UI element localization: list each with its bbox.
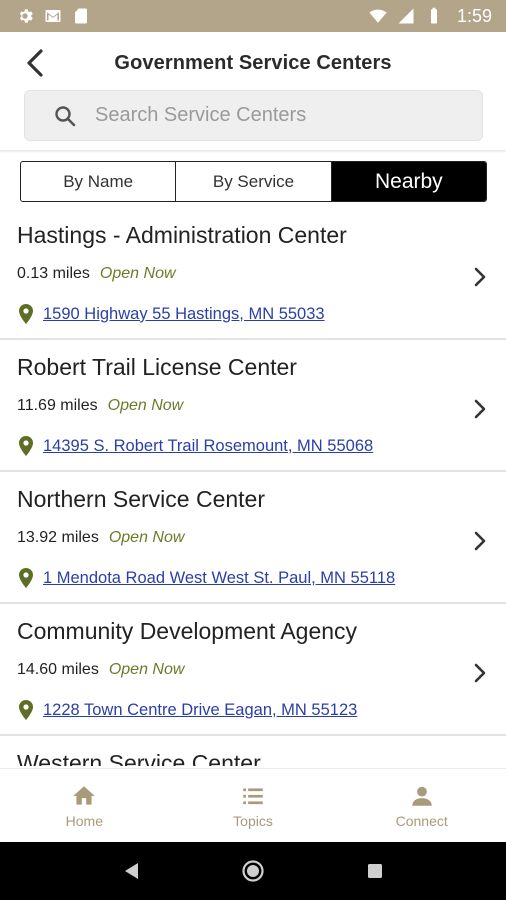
- list-item[interactable]: Robert Trail License Center 11.69 miles …: [0, 340, 506, 472]
- center-address-link[interactable]: 1 Mendota Road West West St. Paul, MN 55…: [43, 569, 395, 588]
- center-distance: 13.92 miles: [17, 529, 99, 546]
- battery-icon: [430, 7, 437, 24]
- gmail-icon: [45, 10, 61, 22]
- map-pin-icon: [19, 568, 33, 588]
- signal-icon: [398, 8, 414, 24]
- center-meta: 0.13 miles Open Now: [17, 265, 176, 283]
- search-icon: [55, 105, 76, 126]
- list-item[interactable]: Hastings - Administration Center 0.13 mi…: [0, 208, 506, 340]
- center-distance: 14.60 miles: [17, 661, 99, 678]
- service-center-list[interactable]: Hastings - Administration Center 0.13 mi…: [0, 208, 506, 766]
- system-nav-bar: [0, 842, 506, 900]
- center-status: Open Now: [99, 265, 176, 282]
- sd-card-icon: [75, 8, 87, 24]
- center-meta: 14.60 miles Open Now: [17, 661, 184, 679]
- person-icon: [411, 786, 432, 806]
- center-name: Robert Trail License Center: [17, 354, 297, 380]
- header-divider: [0, 150, 506, 153]
- center-address-row: 1228 Town Centre Drive Eagan, MN 55123: [17, 699, 357, 721]
- chevron-right-icon: [474, 399, 486, 419]
- settings-icon: [19, 9, 33, 23]
- map-pin-icon: [19, 700, 33, 720]
- home-icon: [73, 785, 96, 805]
- list-item[interactable]: Northern Service Center 13.92 miles Open…: [0, 472, 506, 604]
- center-name: Community Development Agency: [17, 618, 358, 644]
- chevron-left-icon: [27, 49, 43, 77]
- status-bar-right: 1:59: [369, 6, 492, 27]
- center-address-row: 1590 Highway 55 Hastings, MN 55033: [17, 303, 325, 325]
- center-status: Open Now: [108, 529, 185, 546]
- center-status: Open Now: [108, 661, 185, 678]
- system-recents-button[interactable]: [363, 859, 387, 883]
- map-pin-icon: [19, 304, 33, 324]
- nav-home-label: Home: [65, 812, 104, 829]
- nav-topics-label: Topics: [233, 812, 273, 829]
- list-item[interactable]: Community Development Agency 14.60 miles…: [0, 604, 506, 736]
- wifi-icon: [369, 9, 387, 23]
- center-name: Northern Service Center: [17, 486, 265, 512]
- app-header: Government Service Centers: [0, 32, 506, 94]
- map-pin-icon: [19, 436, 33, 456]
- center-address-row: 1 Mendota Road West West St. Paul, MN 55…: [17, 567, 395, 589]
- page-title: Government Service Centers: [114, 51, 392, 74]
- system-back-button[interactable]: [119, 859, 143, 883]
- center-address-link[interactable]: 14395 S. Robert Trail Rosemount, MN 5506…: [43, 437, 373, 456]
- chevron-right-icon: [474, 267, 486, 287]
- center-address-row: 14395 S. Robert Trail Rosemount, MN 5506…: [17, 435, 373, 457]
- center-meta: 13.92 miles Open Now: [17, 529, 184, 547]
- bottom-nav: Home Topics Connect: [0, 768, 506, 842]
- status-bar-left: [16, 7, 90, 25]
- list-item[interactable]: Western Service Center: [0, 736, 506, 766]
- nav-connect[interactable]: Connect: [337, 769, 506, 842]
- center-distance: 11.69 miles: [17, 397, 98, 414]
- center-name: Western Service Center: [17, 750, 261, 766]
- chevron-right-icon: [474, 531, 486, 551]
- center-distance: 0.13 miles: [17, 265, 90, 282]
- chevron-right-icon: [474, 663, 486, 683]
- search-bar[interactable]: [24, 90, 483, 141]
- center-address-link[interactable]: 1228 Town Centre Drive Eagan, MN 55123: [43, 701, 357, 720]
- search-input[interactable]: [95, 104, 435, 127]
- back-button[interactable]: [16, 44, 54, 82]
- nav-connect-label: Connect: [395, 812, 448, 829]
- system-home-button[interactable]: [241, 859, 265, 883]
- status-time: 1:59: [456, 5, 492, 26]
- nav-home[interactable]: Home: [0, 769, 169, 842]
- center-address-link[interactable]: 1590 Highway 55 Hastings, MN 55033: [43, 305, 325, 324]
- segment-by-name[interactable]: By Name: [21, 162, 175, 201]
- nav-topics[interactable]: Topics: [169, 769, 338, 842]
- triangle-back-icon: [125, 863, 138, 879]
- square-recents-icon: [368, 864, 382, 878]
- center-name: Hastings - Administration Center: [17, 222, 347, 248]
- segment-by-service[interactable]: By Service: [175, 162, 330, 201]
- filter-segmented-control: By Name By Service Nearby: [20, 161, 487, 202]
- status-bar: 1:59: [0, 0, 506, 32]
- list-icon: [243, 787, 263, 804]
- segment-nearby[interactable]: Nearby: [330, 162, 486, 201]
- center-status: Open Now: [107, 397, 184, 414]
- center-meta: 11.69 miles Open Now: [17, 397, 183, 415]
- circle-home-icon: [242, 860, 264, 882]
